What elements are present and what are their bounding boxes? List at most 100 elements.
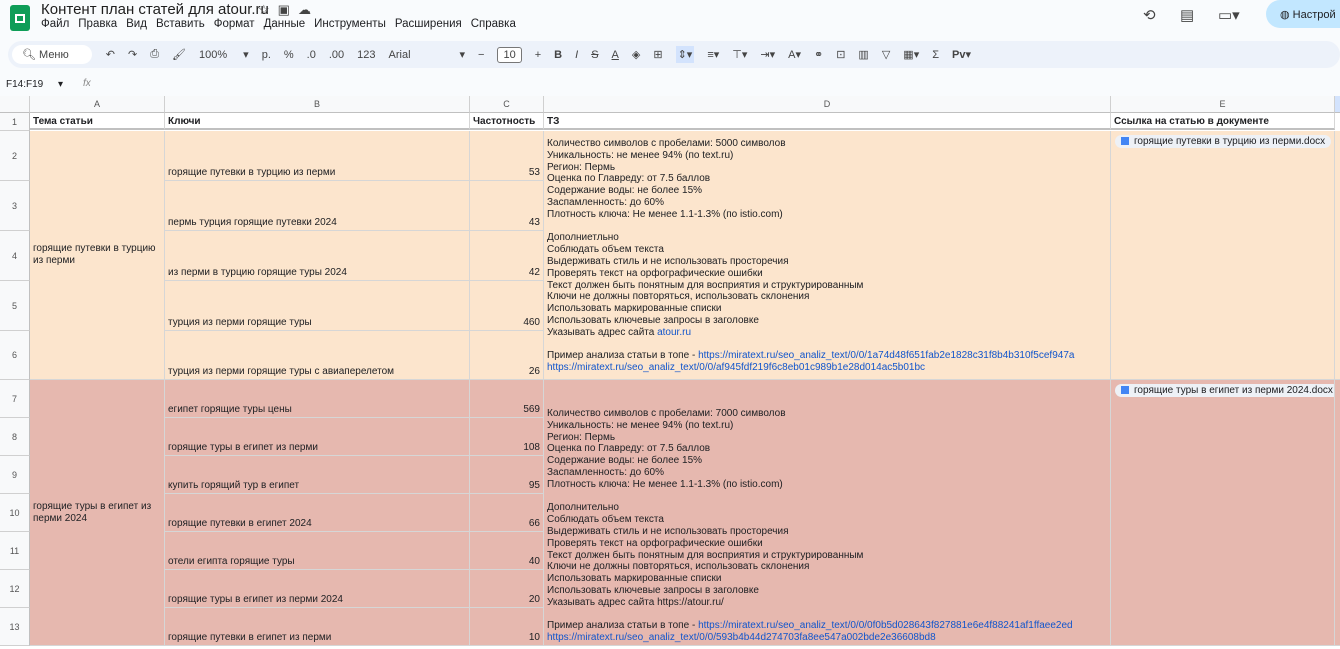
row-header[interactable]: 4 <box>0 231 30 281</box>
frequency-cell[interactable]: 43 <box>470 181 544 231</box>
row-header[interactable]: 5 <box>0 281 30 331</box>
example-link[interactable]: https://miratext.ru/seo_analiz_text/0/0/… <box>547 362 925 373</box>
column-header[interactable]: B <box>165 96 470 113</box>
menu-8[interactable]: Справка <box>471 18 516 30</box>
merge-cells-icon[interactable]: ⇕▾ <box>675 46 695 63</box>
menu-1[interactable]: Правка <box>78 18 117 30</box>
header-cell[interactable]: Ключи <box>165 113 470 130</box>
text-wrap-icon[interactable]: ⇥▾ <box>760 48 775 61</box>
row-header[interactable]: 2 <box>0 131 30 181</box>
frequency-cell[interactable]: 42 <box>470 231 544 281</box>
keyword-cell[interactable]: из перми в турцию горящие туры 2024 <box>165 231 470 281</box>
keyword-cell[interactable]: пермь турция горящие путевки 2024 <box>165 181 470 231</box>
frequency-cell[interactable]: 53 <box>470 131 544 181</box>
row-header[interactable]: 3 <box>0 181 30 231</box>
keyword-cell[interactable]: горящие туры в египет из перми <box>165 418 470 456</box>
print-icon[interactable]: ⎙ <box>150 48 159 61</box>
corner[interactable] <box>0 96 30 113</box>
keyword-cell[interactable]: горящие путевки в турцию из перми <box>165 131 470 181</box>
menu-3[interactable]: Вставить <box>156 18 205 30</box>
example-link[interactable]: https://miratext.ru/seo_analiz_text/0/0/… <box>698 620 1073 631</box>
meet-icon[interactable]: ▭▾ <box>1218 6 1240 24</box>
frequency-cell[interactable]: 95 <box>470 456 544 494</box>
share-button[interactable]: ◍ Настрой <box>1266 0 1340 28</box>
menu-search[interactable]: 🔍︎ Меню <box>12 45 92 64</box>
bold-icon[interactable]: B <box>554 49 562 61</box>
document-link-cell[interactable]: горящие путевки в турцию из перми.docx <box>1111 131 1335 380</box>
tz-cell[interactable]: Количество символов с пробелами: 7000 си… <box>544 380 1111 646</box>
document-title[interactable]: Контент план статей для atour.ru <box>41 1 269 18</box>
frequency-cell[interactable]: 108 <box>470 418 544 456</box>
menu-0[interactable]: Файл <box>41 18 69 30</box>
decrease-decimal-button[interactable]: .0 <box>307 49 316 61</box>
frequency-cell[interactable]: 569 <box>470 380 544 418</box>
tz-cell[interactable]: Количество символов с пробелами: 5000 си… <box>544 131 1111 380</box>
column-header[interactable] <box>1335 96 1340 113</box>
frequency-cell[interactable]: 460 <box>470 281 544 331</box>
topic-cell[interactable]: горящие туры в египет из перми 2024 <box>30 380 165 646</box>
keyword-cell[interactable]: отели египта горящие туры <box>165 532 470 570</box>
currency-button[interactable]: р. <box>262 49 271 61</box>
functions-icon[interactable]: Σ <box>932 49 939 61</box>
link-icon[interactable]: ⚭ <box>814 48 823 61</box>
frequency-cell[interactable]: 10 <box>470 608 544 646</box>
star-icon[interactable]: ☆ <box>258 2 278 17</box>
row-header[interactable]: 13 <box>0 608 30 646</box>
row-header[interactable]: 12 <box>0 570 30 608</box>
cell[interactable] <box>1335 380 1340 646</box>
chevron-down-icon[interactable]: ▾ <box>58 79 63 90</box>
chevron-down-icon[interactable]: ▾ <box>460 48 466 61</box>
keyword-cell[interactable]: турция из перми горящие туры <box>165 281 470 331</box>
menu-2[interactable]: Вид <box>126 18 147 30</box>
row-header[interactable]: 10 <box>0 494 30 532</box>
row-header[interactable]: 9 <box>0 456 30 494</box>
header-cell[interactable]: Ссылка на статью в документе <box>1111 113 1335 130</box>
sheets-logo[interactable] <box>10 5 30 31</box>
comment-icon[interactable]: ⊡ <box>836 48 845 61</box>
header-cell[interactable]: ТЗ <box>544 113 1111 130</box>
frequency-cell[interactable]: 40 <box>470 532 544 570</box>
keyword-cell[interactable]: турция из перми горящие туры с авиаперел… <box>165 331 470 380</box>
frequency-cell[interactable]: 26 <box>470 331 544 380</box>
font-size-input[interactable]: 10 <box>497 46 522 63</box>
borders-icon[interactable]: ⊞ <box>653 48 662 61</box>
example-link[interactable]: https://miratext.ru/seo_analiz_text/0/0/… <box>698 350 1074 361</box>
vertical-align-icon[interactable]: ⊤▾ <box>732 48 747 61</box>
filter-views-icon[interactable]: ▦▾ <box>903 48 919 61</box>
column-header[interactable]: C <box>470 96 544 113</box>
column-header[interactable]: A <box>30 96 165 113</box>
history-icon[interactable]: ⟲ <box>1143 6 1156 24</box>
text-rotation-icon[interactable]: A▾ <box>788 48 801 61</box>
row-header[interactable]: 7 <box>0 380 30 418</box>
keyword-cell[interactable]: купить горящий тур в египет <box>165 456 470 494</box>
example-link[interactable]: https://miratext.ru/seo_analiz_text/0/0/… <box>547 632 936 643</box>
redo-icon[interactable]: ↷ <box>128 48 137 61</box>
font-select[interactable]: Arial <box>389 49 447 61</box>
site-link[interactable]: atour.ru <box>657 327 691 338</box>
keyword-cell[interactable]: горящие туры в египет из перми 2024 <box>165 570 470 608</box>
italic-icon[interactable]: I <box>575 49 578 61</box>
percent-button[interactable]: % <box>284 49 294 61</box>
filter-icon[interactable]: ▽ <box>882 48 890 61</box>
keyword-cell[interactable]: горящие путевки в египет из перми <box>165 608 470 646</box>
row-header[interactable]: 11 <box>0 532 30 570</box>
topic-cell[interactable]: горящие путевки в турцию из перми <box>30 131 165 380</box>
paint-format-icon[interactable]: 🖌︎ <box>172 48 186 61</box>
frequency-cell[interactable]: 20 <box>470 570 544 608</box>
more-formats-button[interactable]: 123 <box>357 49 375 61</box>
input-tools-icon[interactable]: Pv▾ <box>952 48 971 61</box>
row-header[interactable]: 6 <box>0 331 30 380</box>
column-header[interactable]: D <box>544 96 1111 113</box>
zoom-select[interactable]: 100% ▾ <box>199 48 249 61</box>
menu-5[interactable]: Данные <box>264 18 306 30</box>
cell[interactable] <box>1335 131 1340 380</box>
folder-icon[interactable]: ▣ <box>278 2 298 17</box>
row-header[interactable]: 1 <box>0 113 30 131</box>
increase-font-icon[interactable]: + <box>535 49 541 61</box>
fill-color-icon[interactable]: ◈ <box>632 48 640 61</box>
frequency-cell[interactable]: 66 <box>470 494 544 532</box>
text-color-icon[interactable]: A <box>612 49 619 61</box>
column-header[interactable]: E <box>1111 96 1335 113</box>
keyword-cell[interactable]: египет горящие туры цены <box>165 380 470 418</box>
chart-icon[interactable]: ▥ <box>858 48 868 61</box>
